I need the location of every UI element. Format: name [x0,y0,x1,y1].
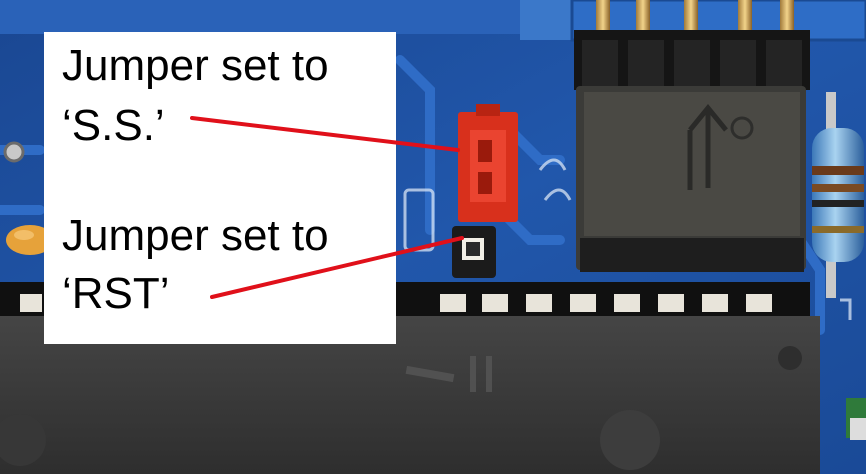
callout-ss-line2: ‘S.S.’ [62,101,165,150]
header-socket [574,30,810,90]
callout-ss-line1: Jumper set to [62,41,329,90]
callout-rst-line2: ‘RST’ [62,269,170,318]
jumper-ss [458,104,518,222]
callout-rst-line1: Jumper set to [62,211,329,260]
small-ic [576,86,806,272]
jumper-rst [452,226,496,278]
pad-left [3,141,25,163]
